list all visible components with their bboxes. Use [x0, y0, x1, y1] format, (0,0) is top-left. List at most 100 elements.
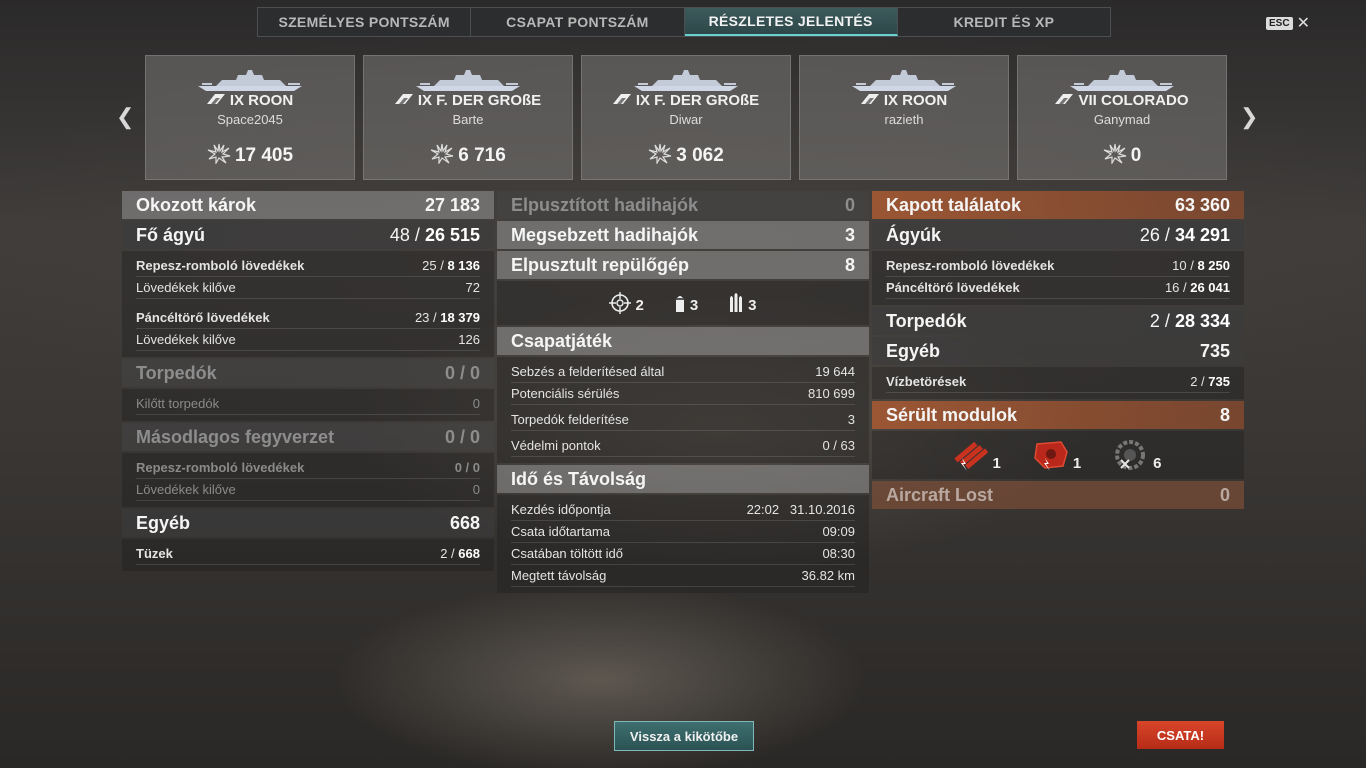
ship-class-icon — [394, 94, 413, 104]
ship-class-icon — [612, 94, 631, 104]
shells-icon — [730, 293, 743, 312]
player-name: Barte — [452, 112, 484, 127]
torpedoes-row: Torpedók 0 / 0 — [122, 359, 494, 387]
teamplay-header: Csapatjáték — [497, 327, 869, 355]
ap-fired-row: Lövedékek kilőve 126 — [136, 329, 480, 351]
secondary-he-row: Repesz-romboló lövedékek 0 / 0 — [136, 457, 480, 479]
ship-silhouette-icon — [1070, 70, 1174, 91]
flooding-row: Vízbetörések 2 / 735 — [886, 371, 1230, 393]
main-battery-row: Fő ágyú 48 / 26 515 — [122, 221, 494, 249]
he-shells-row: Repesz-romboló lövedékek 25 / 8 136 — [136, 255, 480, 277]
main-battery-details: Repesz-romboló lövedékek 25 / 8 136 Löved… — [122, 251, 494, 357]
ribbon-item: 3 — [674, 292, 698, 314]
he-received-row: Repesz-romboló lövedékek 10 / 8 250 — [886, 255, 1230, 277]
ship-card[interactable]: IX ROON Space2045 17 405 — [145, 55, 355, 180]
player-name: Space2045 — [217, 112, 283, 127]
torpedoes-received-row: Torpedók 2 / 28 334 — [872, 307, 1244, 335]
damage-received-panel: Kapott találatok 63 360 Ágyúk 26 / 34 291… — [872, 191, 1244, 511]
tab-credits-xp[interactable]: KREDIT ÉS XP — [898, 8, 1110, 36]
hits-received-header: Kapott találatok 63 360 — [872, 191, 1244, 219]
ship-damage-score: 6 716 — [364, 142, 572, 167]
ship-name: VII COLORADO — [1018, 92, 1226, 109]
module-item: 1 — [1031, 438, 1081, 472]
module-item: 6 — [1111, 438, 1162, 472]
explosion-icon — [207, 143, 231, 164]
ships-damaged-row: Megsebzett hadihajók 3 — [497, 221, 869, 249]
torpedo-spotting-row: Torpedók felderítése 3 — [511, 409, 855, 431]
player-name: razieth — [884, 112, 924, 127]
module-item: 1 — [954, 438, 1001, 472]
secondary-battery-row: Másodlagos fegyverzet 0 / 0 — [122, 423, 494, 451]
player-name: Ganymad — [1093, 112, 1151, 127]
ship-card[interactable]: IX ROON razieth — [799, 55, 1009, 180]
ship-silhouette-icon — [416, 70, 520, 91]
tab-team-score[interactable]: CSAPAT PONTSZÁM — [471, 8, 685, 36]
ship-name: IX F. DER GROßE — [364, 92, 572, 109]
crosshair-icon — [609, 292, 632, 314]
potential-damage-row: Potenciális sérülés 810 699 — [511, 383, 855, 405]
damaged-modules-row: 1 1 6 — [872, 431, 1244, 479]
next-ship-arrow-icon[interactable]: ❯ — [1240, 104, 1258, 130]
ship-name: IX ROON — [800, 92, 1008, 109]
ship-silhouette-icon — [198, 70, 302, 91]
damage-dealt-header: Okozott károk 27 183 — [122, 191, 494, 219]
damage-dealt-panel: Okozott károk 27 183 Fő ágyú 48 / 26 515… — [122, 191, 494, 573]
torpedoes-details: Kilőtt torpedók 0 — [122, 389, 494, 421]
planes-destroyed-row: Elpusztult repülőgép 8 — [497, 251, 869, 279]
fires-row: Tüzek 2 / 668 — [136, 543, 480, 565]
other-damage-row: Egyéb 668 — [122, 509, 494, 537]
secondary-details: Repesz-romboló lövedékek 0 / 0 Lövedékek … — [122, 453, 494, 507]
start-time-row: Kezdés időpontja 22:02 31.10.2016 — [511, 499, 855, 521]
ship-card[interactable]: VII COLORADO Ganymad 0 — [1017, 55, 1227, 180]
other-received-row: Egyéb 735 — [872, 337, 1244, 365]
damage-dealt-label: Okozott károk — [136, 194, 257, 215]
tab-personal-score[interactable]: SZEMÉLYES PONTSZÁM — [258, 8, 472, 36]
ship-class-icon — [206, 94, 225, 104]
guns-received-row: Ágyúk 26 / 34 291 — [872, 221, 1244, 249]
damaged-modules-header: Sérült modulok 8 — [872, 401, 1244, 429]
close-button[interactable]: ESC ✕ — [1266, 13, 1310, 33]
explosion-icon — [648, 143, 672, 164]
ap-received-row: Páncéltörő lövedékek 16 / 26 041 — [886, 277, 1230, 299]
he-fired-row: Lövedékek kilőve 72 — [136, 277, 480, 299]
time-distance-details: Kezdés időpontja 22:02 31.10.2016 Csata i… — [497, 495, 869, 593]
ribbon-item: 2 — [609, 292, 644, 314]
time-in-battle-row: Csatában töltött idő 08:30 — [511, 543, 855, 565]
prev-ship-arrow-icon[interactable]: ❮ — [116, 104, 134, 130]
torpedoes-fired-row: Kilőtt torpedók 0 — [136, 393, 480, 415]
defense-points-row: Védelmi pontok 0 / 63 — [511, 435, 855, 457]
secondary-fired-row: Lövedékek kilőve 0 — [136, 479, 480, 501]
back-to-port-button[interactable]: Vissza a kikötőbe — [614, 721, 754, 751]
ship-class-icon — [860, 94, 879, 104]
ship-damage-score: 3 062 — [582, 142, 790, 167]
tab-bar: SZEMÉLYES PONTSZÁM CSAPAT PONTSZÁM RÉSZL… — [257, 7, 1111, 37]
ship-damage-score: 17 405 — [146, 142, 354, 167]
shell-icon — [675, 296, 684, 312]
close-icon: ✕ — [1296, 15, 1310, 32]
ship-class-icon — [1055, 94, 1074, 104]
damage-dealt-value: 27 183 — [424, 194, 480, 215]
player-name: Diwar — [669, 112, 703, 127]
esc-key-label: ESC — [1266, 16, 1293, 30]
aircraft-lost-row: Aircraft Lost 0 — [872, 481, 1244, 509]
ship-silhouette-icon — [852, 70, 956, 91]
ship-damage-score: 0 — [1018, 142, 1226, 167]
ship-card[interactable]: IX F. DER GROßE Barte 6 716 — [363, 55, 573, 180]
ribbons-row: 2 3 3 — [497, 281, 869, 325]
teamplay-details: Sebzés a felderítésed által 19 644 Potenc… — [497, 357, 869, 463]
main-battery-value: 48 / 26 515 — [389, 224, 480, 245]
torpedo-tubes-damaged-icon — [954, 441, 989, 471]
battle-duration-row: Csata időtartama 09:09 — [511, 521, 855, 543]
other-damage-details: Tüzek 2 / 668 — [122, 539, 494, 571]
tab-detailed-report[interactable]: RÉSZLETES JELENTÉS — [684, 8, 898, 36]
explosion-icon — [430, 143, 454, 164]
main-battery-label: Fő ágyú — [136, 224, 206, 245]
ship-name: IX F. DER GROßE — [582, 92, 790, 109]
battle-button[interactable]: CSATA! — [1137, 721, 1224, 749]
time-distance-header: Idő és Távolság — [497, 465, 869, 493]
guns-received-details: Repesz-romboló lövedékek 10 / 8 250 Páncé… — [872, 251, 1244, 305]
ship-silhouette-icon — [634, 70, 738, 91]
ribbon-item: 3 — [728, 292, 757, 314]
spotting-damage-row: Sebzés a felderítésed által 19 644 — [511, 361, 855, 383]
ship-card[interactable]: IX F. DER GROßE Diwar 3 062 — [581, 55, 791, 180]
